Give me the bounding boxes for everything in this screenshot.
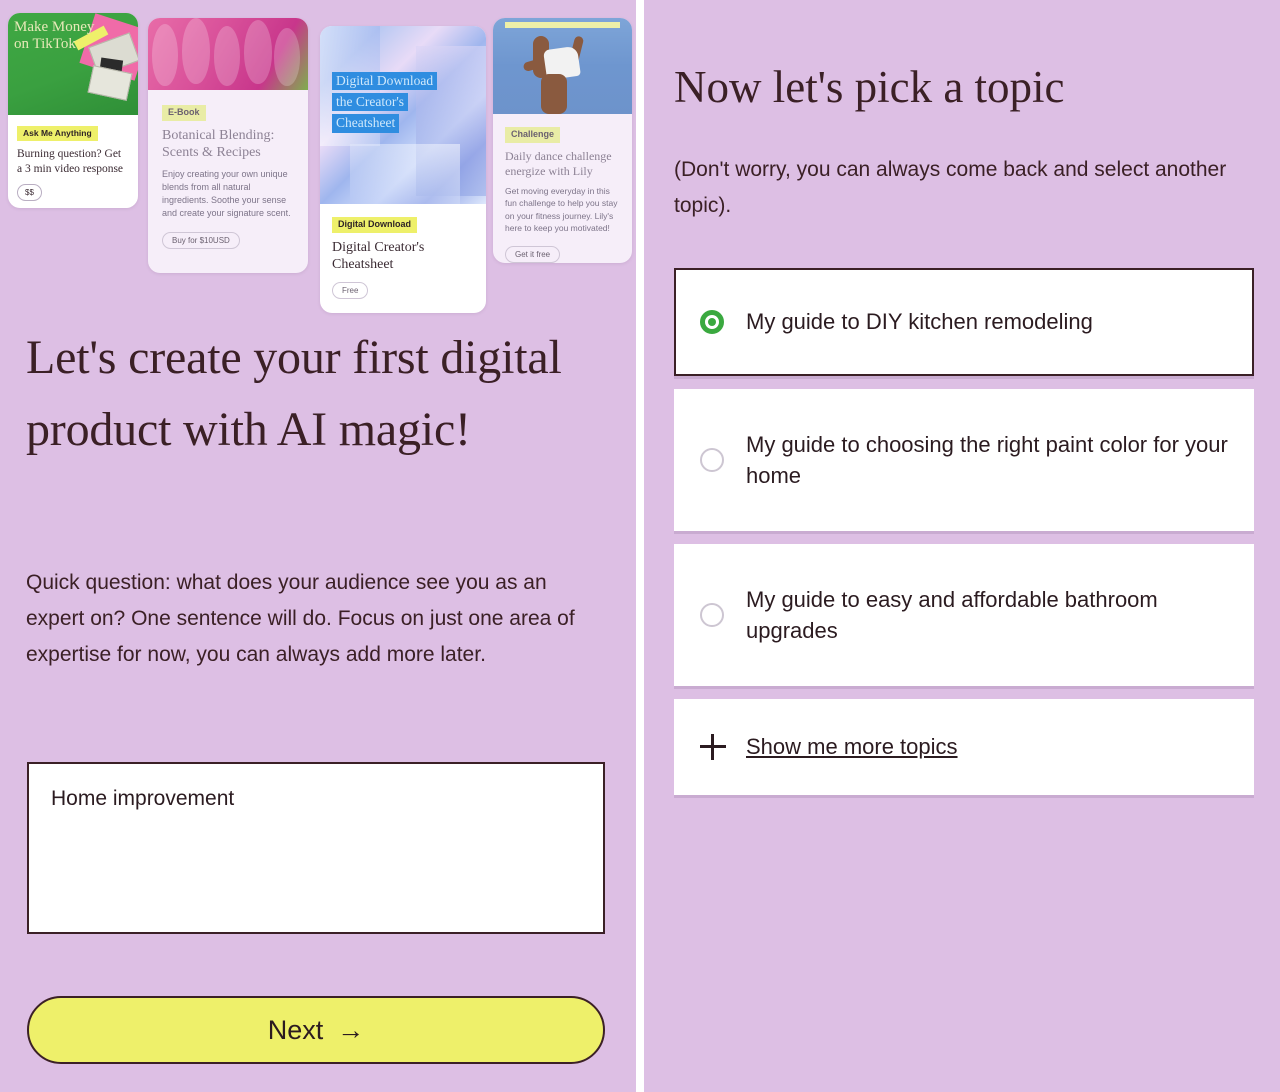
onboarding-screen: Make Moneyon TikTok Ask Me Anything Burn… xyxy=(0,0,1280,1092)
topic-option-0[interactable]: My guide to DIY kitchen remodeling xyxy=(674,268,1254,376)
card-description: Get moving everyday in this fun challeng… xyxy=(505,185,620,234)
card-cta-button[interactable]: Free xyxy=(332,282,368,299)
card-body: Ask Me Anything Burning question? Get a … xyxy=(8,115,138,208)
card-title: Digital Creator's Cheatsheet xyxy=(332,239,474,274)
card-badge: Ask Me Anything xyxy=(17,126,98,141)
card-image-title-line: Cheatsheet xyxy=(332,114,399,132)
decor-shape xyxy=(152,24,178,86)
decor-shape xyxy=(350,144,460,204)
show-more-topics-button[interactable]: Show me more topics xyxy=(674,699,1254,795)
page-description: (Don't worry, you can always come back a… xyxy=(674,152,1244,224)
card-badge: Challenge xyxy=(505,127,560,143)
card-cta-button[interactable]: Get it free xyxy=(505,246,560,263)
expertise-input[interactable] xyxy=(27,762,605,934)
next-button-label: Next xyxy=(268,1015,324,1046)
card-body: E-Book Botanical Blending: Scents & Reci… xyxy=(148,90,308,261)
radio-icon[interactable] xyxy=(700,448,724,472)
product-card[interactable]: Make Moneyon TikTok Ask Me Anything Burn… xyxy=(8,13,138,208)
page-title: Now let's pick a topic xyxy=(674,60,1234,114)
card-image: Digital Download the Creator's Cheatshee… xyxy=(320,26,486,204)
topic-options-list: My guide to DIY kitchen remodeling My gu… xyxy=(674,268,1254,808)
page-description: Quick question: what does your audience … xyxy=(26,565,606,673)
card-body: Challenge Daily dance challenge energize… xyxy=(493,114,632,263)
card-cta-button[interactable]: Buy for $10USD xyxy=(162,232,240,249)
topic-option-label: My guide to easy and affordable bathroom… xyxy=(746,584,1228,646)
product-examples-gallery: Make Moneyon TikTok Ask Me Anything Burn… xyxy=(8,13,636,313)
decor-shape xyxy=(244,20,272,84)
topic-option-1[interactable]: My guide to choosing the right paint col… xyxy=(674,389,1254,531)
expertise-panel: Make Moneyon TikTok Ask Me Anything Burn… xyxy=(0,0,636,1092)
card-cta-button[interactable]: $$ xyxy=(17,184,42,201)
card-body: Digital Download Digital Creator's Cheat… xyxy=(320,204,486,309)
card-title: Burning question? Get a 3 min video resp… xyxy=(17,147,129,176)
topic-panel: Now let's pick a topic (Don't worry, you… xyxy=(644,0,1280,1092)
card-image-title-line: the Creator's xyxy=(332,93,408,111)
arrow-right-icon: → xyxy=(337,1015,364,1046)
topic-option-label: My guide to choosing the right paint col… xyxy=(746,429,1228,491)
card-image-title: Make Moneyon TikTok xyxy=(14,19,94,54)
product-card[interactable]: Challenge Daily dance challenge energize… xyxy=(493,18,632,263)
show-more-topics-label: Show me more topics xyxy=(746,734,958,760)
radio-selected-icon[interactable] xyxy=(700,310,724,334)
decor-shape xyxy=(214,26,240,86)
card-image xyxy=(148,18,308,90)
decor-shape xyxy=(182,18,210,84)
card-badge: Digital Download xyxy=(332,217,417,233)
radio-icon[interactable] xyxy=(700,603,724,627)
topic-option-2[interactable]: My guide to easy and affordable bathroom… xyxy=(674,544,1254,686)
decor-shape xyxy=(274,28,300,86)
card-title: Botanical Blending: Scents & Recipes xyxy=(162,127,294,162)
product-card[interactable]: E-Book Botanical Blending: Scents & Reci… xyxy=(148,18,308,273)
page-title: Let's create your first digital product … xyxy=(26,322,586,466)
card-image-title-line: Digital Download xyxy=(332,72,437,90)
card-badge: E-Book xyxy=(162,105,206,121)
card-image-title: Digital Download the Creator's Cheatshee… xyxy=(332,72,437,136)
next-button[interactable]: Next → xyxy=(27,996,605,1064)
card-title: Daily dance challenge energize with Lily xyxy=(505,149,620,179)
plus-icon xyxy=(700,734,726,760)
panel-divider xyxy=(636,0,644,1092)
product-card[interactable]: Digital Download the Creator's Cheatshee… xyxy=(320,26,486,313)
decor-shape xyxy=(505,22,620,28)
card-image: Make Moneyon TikTok xyxy=(8,13,138,115)
card-description: Enjoy creating your own unique blends fr… xyxy=(162,168,294,220)
card-image xyxy=(493,18,632,114)
topic-option-label: My guide to DIY kitchen remodeling xyxy=(746,306,1093,337)
decor-shape xyxy=(541,74,567,114)
